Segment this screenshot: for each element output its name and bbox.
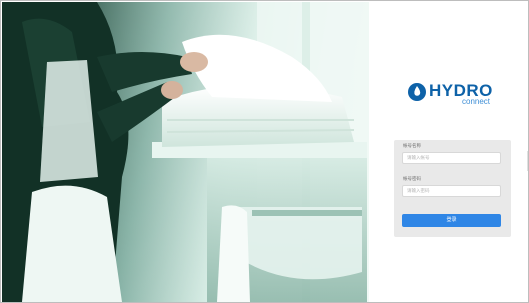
login-form: 帐号名称 帐号密码 登录: [394, 140, 511, 237]
username-label: 帐号名称: [403, 144, 421, 149]
password-label: 帐号密码: [403, 177, 421, 182]
brand-tagline: connect: [462, 97, 491, 106]
password-input[interactable]: [402, 185, 501, 197]
hydro-drop-icon: [408, 83, 426, 101]
login-page: HYDRO connect 帐号名称 帐号密码 登录: [0, 0, 529, 303]
brand-logo: HYDRO connect: [406, 81, 506, 109]
scroll-indicator: [527, 151, 528, 171]
username-input[interactable]: [402, 152, 501, 164]
hero-photo: [2, 2, 369, 302]
login-button[interactable]: 登录: [402, 214, 501, 227]
